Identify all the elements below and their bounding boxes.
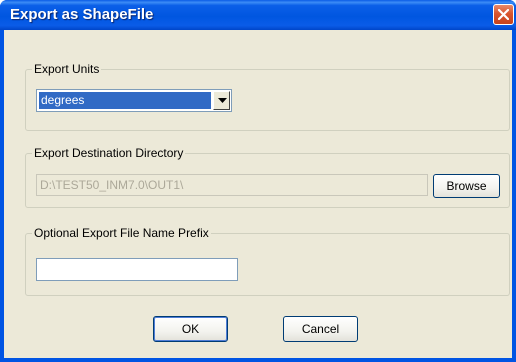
browse-button[interactable]: Browse <box>433 174 500 198</box>
close-icon <box>498 9 509 20</box>
ok-button[interactable]: OK <box>153 316 228 342</box>
cancel-button[interactable]: Cancel <box>283 316 358 342</box>
destination-label: Export Destination Directory <box>34 146 184 160</box>
export-units-label: Export Units <box>34 62 100 76</box>
dropdown-arrow-button[interactable] <box>213 91 230 110</box>
dialog-body: Export Units degrees Export Destination … <box>4 30 512 358</box>
close-button[interactable] <box>493 4 514 25</box>
chevron-down-icon <box>218 98 227 103</box>
prefix-label: Optional Export File Name Prefix <box>34 226 209 240</box>
export-shapefile-dialog: Export as ShapeFile Export Units degrees… <box>0 0 516 362</box>
dialog-title: Export as ShapeFile <box>10 6 154 23</box>
export-units-selected: degrees <box>39 92 211 109</box>
export-units-dropdown[interactable]: degrees <box>36 89 232 112</box>
destination-path-field: D:\TEST50_INM7.0\OUT1\ <box>36 174 428 196</box>
prefix-input[interactable] <box>36 258 238 281</box>
title-bar[interactable]: Export as ShapeFile <box>0 0 516 30</box>
